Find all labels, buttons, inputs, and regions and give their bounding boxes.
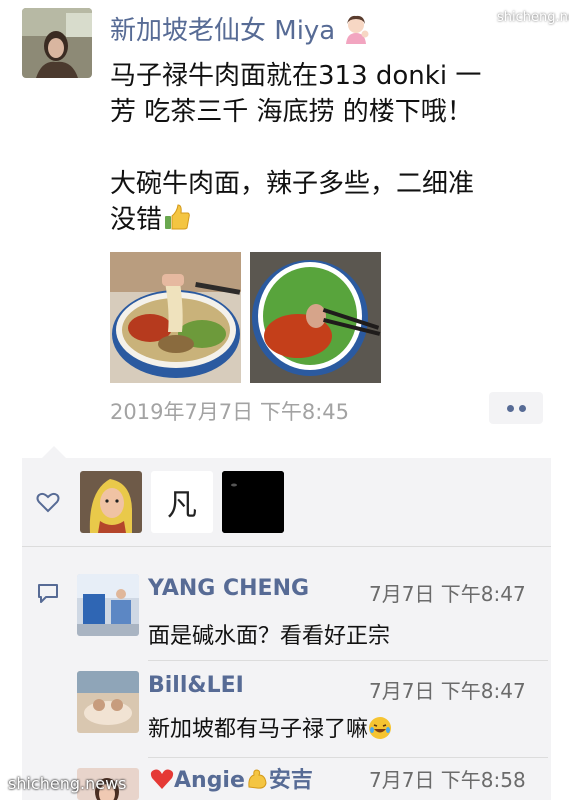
post-photo-noodles-lifted[interactable] — [110, 252, 241, 383]
heart-outline-icon — [36, 491, 60, 513]
laughing-tears-emoji — [368, 716, 392, 740]
author-avatar[interactable] — [22, 8, 92, 78]
comment-text: 新加坡都有马子禄了嘛 — [148, 717, 369, 742]
commenter-avatar[interactable] — [77, 671, 139, 733]
panel-pointer — [42, 446, 66, 458]
commenter-name-suffix: 安吉 — [268, 768, 313, 793]
commenter-name-row[interactable]: Angie 安吉 — [150, 762, 313, 794]
interaction-panel: 凡 YANG CHENG 7月7日 下午8:47 面是碱水面？看看好正宗 Bil… — [22, 458, 551, 800]
watermark: shicheng.news — [8, 774, 127, 793]
post-text-line-content: 没错 — [110, 205, 163, 235]
commenter-name[interactable]: YANG CHENG — [148, 576, 309, 601]
post-photo-noodles-bowl[interactable] — [250, 252, 381, 383]
comment-text-row[interactable]: 新加坡都有马子禄了嘛 — [148, 711, 392, 743]
more-actions-button[interactable] — [489, 392, 543, 424]
commenter-name[interactable]: Bill&LEI — [148, 673, 244, 698]
calligraphy-char: 凡 — [167, 488, 197, 523]
post-text-line: 大碗牛肉面，辣子多些，二细准 — [110, 169, 475, 199]
author-name-text[interactable]: 新加坡老仙女 Miya — [110, 16, 335, 46]
post-author-name[interactable]: 新加坡老仙女 Miya — [110, 10, 371, 47]
dot-icon — [518, 404, 526, 412]
comment-bubble-icon — [36, 582, 60, 604]
commenter-avatar[interactable] — [77, 574, 139, 636]
comment-time: 7月7日 下午8:47 — [369, 582, 526, 606]
watermark-corner: shicheng.news — [497, 10, 569, 25]
post-text: 马子禄牛肉面就在313 donki 一 芳 吃茶三千 海底捞 的楼下哦！ 大碗牛… — [110, 58, 550, 238]
likes-divider — [22, 546, 551, 547]
comment-divider — [148, 660, 548, 661]
red-heart-emoji — [150, 767, 174, 791]
liker-avatar-cartoon[interactable] — [80, 471, 142, 533]
post-text-line: 马子禄牛肉面就在313 donki 一 — [110, 61, 482, 91]
comment-time: 7月7日 下午8:58 — [369, 768, 526, 792]
comment-text[interactable]: 面是碱水面？看看好正宗 — [148, 618, 390, 650]
thumbs-up-emoji — [162, 202, 192, 232]
woman-tipping-hand-emoji — [341, 14, 371, 44]
post-text-line: 芳 吃茶三千 海底捞 的楼下哦！ — [110, 97, 473, 127]
comment-time: 7月7日 下午8:47 — [369, 679, 526, 703]
liker-avatar-calligraphy[interactable]: 凡 — [151, 471, 213, 533]
commenter-name: Angie — [174, 768, 245, 793]
likes-row: 凡 — [22, 458, 551, 546]
flexed-biceps-emoji — [245, 767, 269, 791]
liker-avatar-black[interactable] — [222, 471, 284, 533]
dot-icon — [506, 404, 514, 412]
comment-divider — [148, 757, 548, 758]
post-timestamp: 2019年7月7日 下午8:45 — [110, 400, 349, 424]
post-text-line-last: 没错 — [110, 202, 550, 238]
